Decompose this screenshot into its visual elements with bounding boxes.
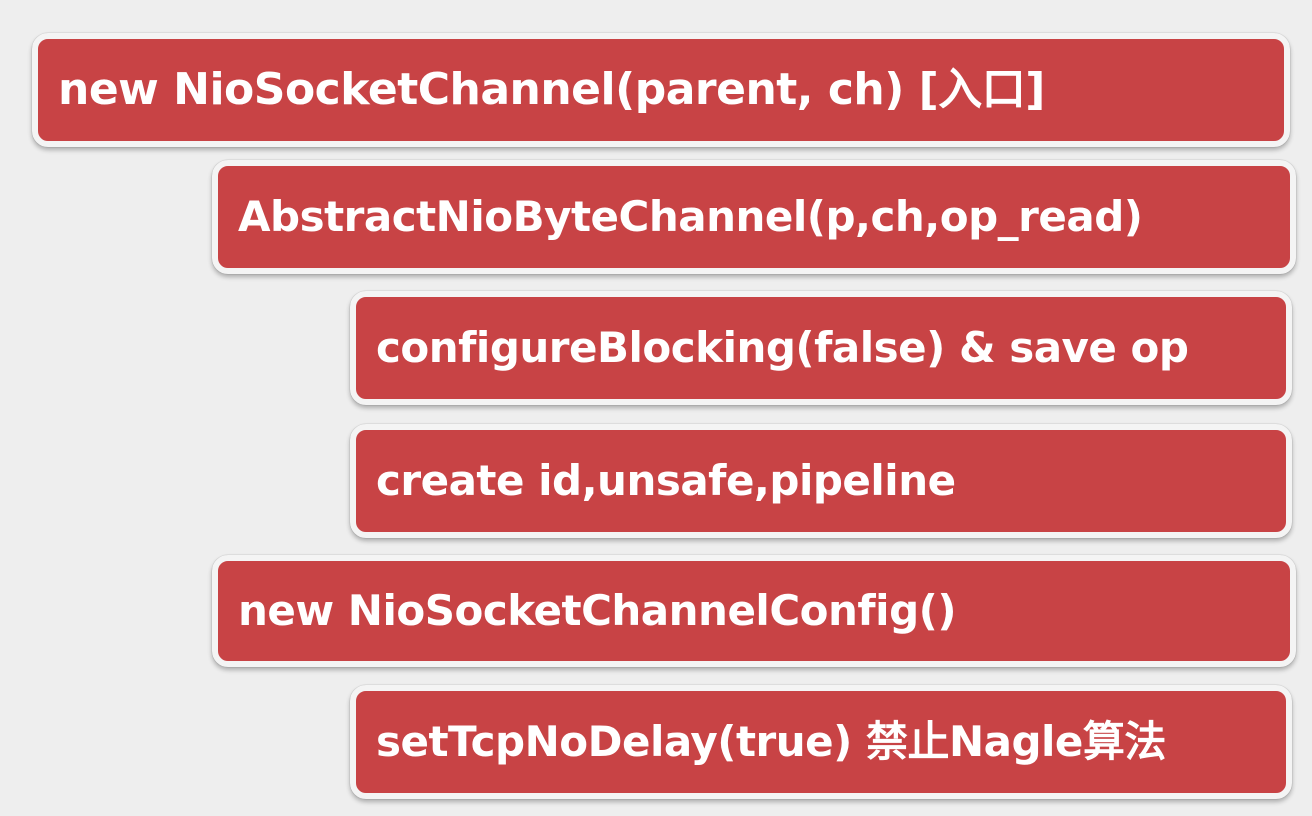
step-label: configureBlocking(false) & save op: [376, 323, 1189, 372]
step-configureblocking: configureBlocking(false) & save op: [350, 291, 1292, 405]
step-new-niosocketchannel: new NioSocketChannel(parent, ch) [入口]: [32, 33, 1290, 147]
step-settcpnodelay: setTcpNoDelay(true) 禁止Nagle算法: [350, 685, 1292, 799]
step-new-niosocketchannelconfig: new NioSocketChannelConfig(): [212, 555, 1296, 667]
step-create-id-unsafe-pipeline: create id,unsafe,pipeline: [350, 424, 1292, 538]
step-label: new NioSocketChannelConfig(): [238, 586, 957, 635]
step-label: new NioSocketChannel(parent, ch) [入口]: [58, 64, 1045, 115]
step-label: AbstractNioByteChannel(p,ch,op_read): [238, 192, 1143, 241]
step-label: create id,unsafe,pipeline: [376, 456, 956, 505]
step-abstractniobytechannel: AbstractNioByteChannel(p,ch,op_read): [212, 160, 1296, 274]
step-label: setTcpNoDelay(true) 禁止Nagle算法: [376, 717, 1166, 766]
